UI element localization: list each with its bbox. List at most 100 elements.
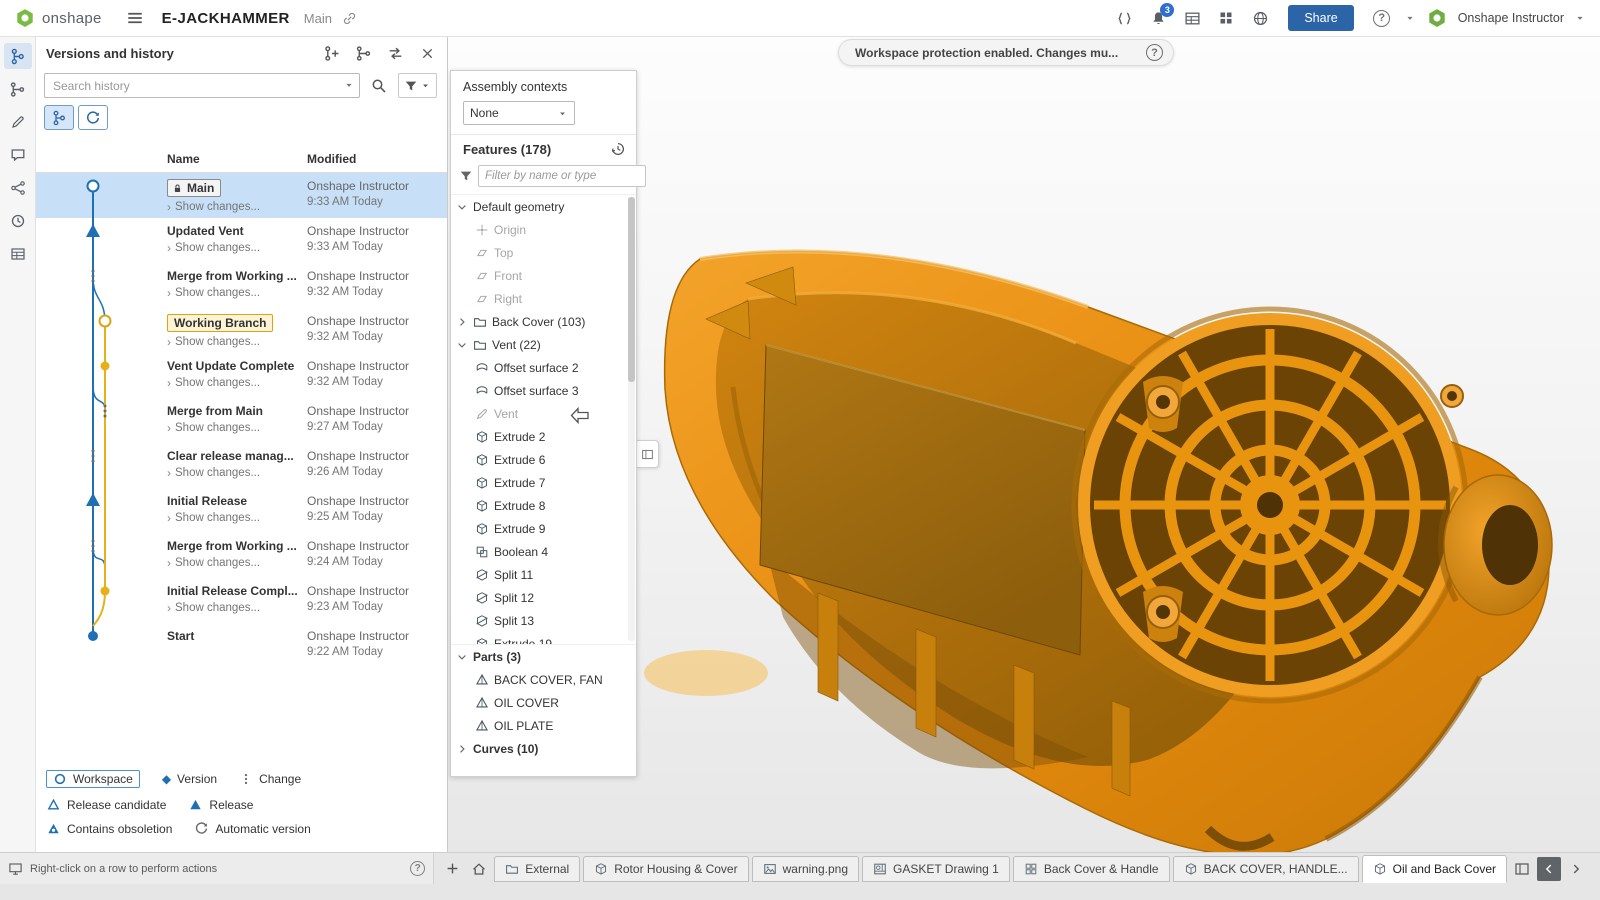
featurescript-button[interactable] xyxy=(1112,6,1136,30)
version-row-start[interactable]: Start Onshape Instructor9:22 AM Today xyxy=(36,623,447,668)
chevron-down-icon[interactable] xyxy=(456,651,468,663)
version-row[interactable]: Initial Release Compl... ›Show changes..… xyxy=(36,578,447,623)
show-changes-link[interactable]: ›Show changes... xyxy=(167,421,307,435)
show-changes-link[interactable]: ›Show changes... xyxy=(167,556,307,570)
show-changes-link[interactable]: ›Show changes... xyxy=(167,376,307,390)
share-link-icon[interactable] xyxy=(342,11,357,26)
tree-default-geometry[interactable]: Default geometry xyxy=(451,195,636,218)
status-help-icon[interactable]: ? xyxy=(410,861,425,876)
tree-folder-vent[interactable]: Vent (22) xyxy=(451,333,636,356)
linked-documents-button[interactable] xyxy=(4,175,32,201)
edit-history-button[interactable] xyxy=(4,109,32,135)
part-oil-plate[interactable]: OIL PLATE xyxy=(451,714,636,737)
create-version-button-panel[interactable] xyxy=(351,41,375,65)
show-changes-link[interactable]: ›Show changes... xyxy=(167,286,307,300)
parts-header[interactable]: Parts (3) xyxy=(451,645,636,668)
share-button[interactable]: Share xyxy=(1288,5,1353,31)
properties-table-button[interactable] xyxy=(1180,6,1204,30)
bom-table-button[interactable] xyxy=(4,241,32,267)
show-changes-link[interactable]: ›Show changes... xyxy=(167,511,307,525)
tree-extrude-6[interactable]: Extrude 6 xyxy=(451,448,636,471)
help-menu-button[interactable]: ? xyxy=(1370,6,1394,30)
tree-offset-surface-3[interactable]: Offset surface 3 xyxy=(451,379,636,402)
chevron-down-icon[interactable] xyxy=(456,339,468,351)
tree-extrude-19[interactable]: Extrude 19 xyxy=(451,632,636,644)
tree-extrude-9[interactable]: Extrude 9 xyxy=(451,517,636,540)
tab-back-cover-handle[interactable]: Back Cover & Handle xyxy=(1013,856,1170,882)
search-options-caret-icon[interactable] xyxy=(343,79,355,91)
create-version-button[interactable] xyxy=(4,76,32,102)
onshape-logo[interactable]: onshape xyxy=(14,7,102,29)
close-panel-button[interactable] xyxy=(415,41,439,65)
version-row[interactable]: Merge from Working ... ›Show changes... … xyxy=(36,533,447,578)
chevron-right-icon[interactable] xyxy=(456,743,468,755)
filter-button[interactable] xyxy=(398,73,437,98)
version-row-main[interactable]: Main ›Show changes... Onshape Instructor… xyxy=(36,173,447,218)
chevron-down-icon[interactable] xyxy=(456,201,468,213)
part-oil-cover[interactable]: OIL COVER xyxy=(451,691,636,714)
show-changes-link[interactable]: ›Show changes... xyxy=(167,241,307,255)
tree-split-12[interactable]: Split 12 xyxy=(451,586,636,609)
version-row[interactable]: Merge from Working ... ›Show changes... … xyxy=(36,263,447,308)
new-tab-button[interactable] xyxy=(440,857,464,881)
search-history-input[interactable] xyxy=(44,73,360,98)
tree-extrude-8[interactable]: Extrude 8 xyxy=(451,494,636,517)
show-changes-link[interactable]: ›Show changes... xyxy=(167,601,307,615)
compare-button[interactable] xyxy=(383,41,407,65)
part-back-cover-fan[interactable]: BACK COVER, FAN xyxy=(451,668,636,691)
scrollbar-thumb[interactable] xyxy=(628,197,635,382)
user-menu-caret-icon[interactable] xyxy=(1574,12,1586,24)
tree-origin[interactable]: Origin xyxy=(451,218,636,241)
tab-oil-and-back-cover[interactable]: Oil and Back Cover xyxy=(1362,855,1507,883)
tree-plane-front[interactable]: Front xyxy=(451,264,636,287)
feature-tree-scrollbar[interactable] xyxy=(628,197,635,641)
scroll-tabs-right-button[interactable] xyxy=(1564,857,1588,881)
tree-extrude-7[interactable]: Extrude 7 xyxy=(451,471,636,494)
show-changes-link[interactable]: ›Show changes... xyxy=(167,466,307,480)
tree-folder-back-cover[interactable]: Back Cover (103) xyxy=(451,310,636,333)
tab-external[interactable]: External xyxy=(494,856,580,882)
tab-gasket-drawing-1[interactable]: GASKET Drawing 1 xyxy=(862,856,1010,882)
create-branch-button[interactable] xyxy=(319,41,343,65)
home-tab-button[interactable] xyxy=(467,857,491,881)
version-row-working-branch[interactable]: Working Branch ›Show changes... Onshape … xyxy=(36,308,447,353)
chevron-right-icon[interactable] xyxy=(456,316,468,328)
curves-header[interactable]: Curves (10) xyxy=(451,737,636,760)
graph-view-toggle[interactable] xyxy=(44,105,74,130)
version-row[interactable]: Updated Vent ›Show changes... Onshape In… xyxy=(36,218,447,263)
model-fan-grille[interactable] xyxy=(1074,309,1466,701)
tab-manager-button[interactable] xyxy=(1510,857,1534,881)
auto-version-toggle[interactable] xyxy=(78,105,108,130)
tree-offset-surface-2[interactable]: Offset surface 2 xyxy=(451,356,636,379)
assembly-contexts-select[interactable]: None xyxy=(463,101,575,125)
comments-button[interactable] xyxy=(4,142,32,168)
tree-split-13[interactable]: Split 13 xyxy=(451,609,636,632)
app-store-button[interactable] xyxy=(1214,6,1238,30)
main-menu-button[interactable] xyxy=(126,9,144,27)
feature-filter-funnel-icon[interactable] xyxy=(459,169,473,183)
tree-split-11[interactable]: Split 11 xyxy=(451,563,636,586)
banner-help-icon[interactable]: ? xyxy=(1146,44,1163,61)
versions-panel-button[interactable] xyxy=(4,43,32,69)
panel-collapse-handle[interactable] xyxy=(637,440,659,468)
tab-back-cover-handle-parts[interactable]: BACK COVER, HANDLE... xyxy=(1173,856,1359,882)
scroll-tabs-left-button[interactable] xyxy=(1537,857,1561,881)
show-changes-link[interactable]: ›Show changes... xyxy=(167,335,307,349)
tree-extrude-2[interactable]: Extrude 2 xyxy=(451,425,636,448)
history-button[interactable] xyxy=(4,208,32,234)
learning-center-button[interactable] xyxy=(1248,6,1272,30)
tree-plane-top[interactable]: Top xyxy=(451,241,636,264)
version-row[interactable]: Initial Release ›Show changes... Onshape… xyxy=(36,488,447,533)
tab-warning-png[interactable]: warning.png xyxy=(752,856,859,882)
tree-sketch-vent[interactable]: Vent xyxy=(451,402,636,425)
tab-rotor-housing-cover[interactable]: Rotor Housing & Cover xyxy=(583,856,748,882)
rollback-icon[interactable] xyxy=(610,141,626,157)
tree-boolean-4[interactable]: Boolean 4 xyxy=(451,540,636,563)
tree-plane-right[interactable]: Right xyxy=(451,287,636,310)
feature-filter-input[interactable] xyxy=(478,165,646,187)
search-button[interactable] xyxy=(366,73,392,98)
user-avatar[interactable] xyxy=(1426,7,1448,29)
version-row[interactable]: Vent Update Complete ›Show changes... On… xyxy=(36,353,447,398)
notifications-button[interactable]: 3 xyxy=(1146,6,1170,30)
show-changes-link[interactable]: ›Show changes... xyxy=(167,200,307,214)
